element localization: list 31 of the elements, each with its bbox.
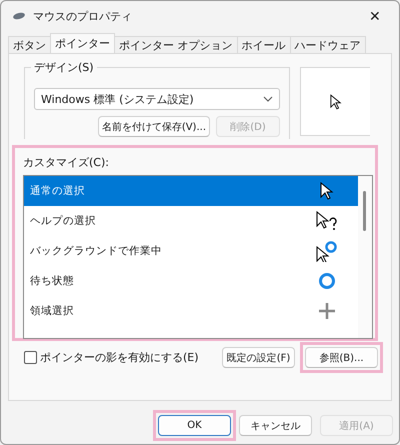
cursor-list-item[interactable]: 通常の選択 — [24, 176, 358, 206]
scheme-dropdown[interactable]: Windows 標準 (システム設定) — [34, 88, 280, 110]
tab[interactable]: ポインター オプション — [114, 36, 238, 53]
chevron-down-icon — [263, 96, 273, 102]
tab[interactable]: ボタン — [8, 36, 51, 53]
ok-button[interactable]: OK — [158, 415, 231, 436]
loading-ring-icon — [318, 272, 336, 290]
scrollbar[interactable] — [358, 176, 372, 338]
save-as-button[interactable]: 名前を付けて保存(V)... — [98, 116, 210, 137]
help-cursor-icon — [316, 211, 338, 231]
crosshair-icon — [318, 302, 336, 320]
default-button[interactable]: 既定の設定(F) — [222, 347, 295, 368]
cursor-list-item[interactable]: バックグラウンドで作業中 — [24, 236, 358, 266]
cursor-list-item[interactable]: ヘルプの選択 — [24, 206, 358, 236]
mouse-icon — [13, 12, 25, 20]
shadow-checkbox-label[interactable]: ポインターの影を有効にする(E) — [40, 350, 199, 365]
cursor-list-item[interactable]: 領域選択 — [24, 296, 358, 326]
window-title: マウスのプロパティ — [33, 8, 133, 24]
arrow-cursor-icon — [320, 182, 334, 200]
tab[interactable]: ポインター — [50, 33, 115, 53]
cancel-button[interactable]: キャンセル — [239, 415, 312, 436]
shadow-checkbox[interactable] — [24, 351, 37, 364]
cursor-list-item[interactable]: 待ち状態 — [24, 266, 358, 296]
tab[interactable]: ホイール — [236, 36, 290, 53]
design-label: デザイン(S) — [31, 60, 97, 75]
arrow-cursor-icon — [330, 94, 342, 110]
close-button[interactable]: ✕ — [363, 8, 387, 24]
busy-cursor-icon — [316, 240, 338, 262]
tab[interactable]: ハードウェア — [290, 36, 366, 53]
browse-button[interactable]: 参照(B)... — [305, 347, 378, 368]
customize-label: カスタマイズ(C): — [23, 155, 110, 170]
